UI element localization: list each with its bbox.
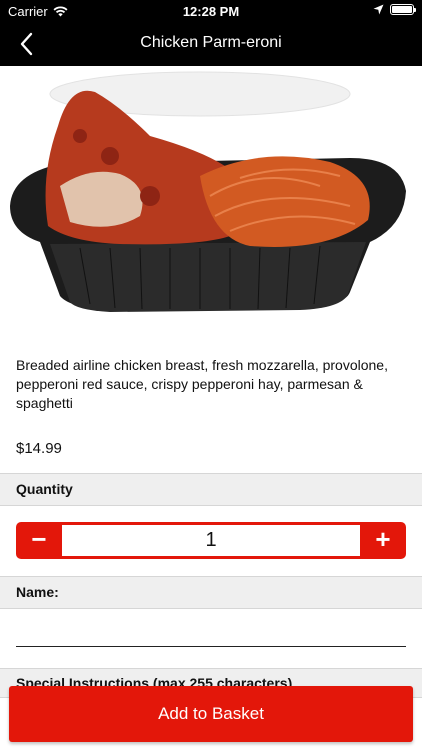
name-field-underline (16, 646, 406, 647)
status-bar: Carrier 12:28 PM (0, 0, 422, 22)
quantity-value[interactable]: 1 (62, 525, 360, 556)
item-description: Breaded airline chicken breast, fresh mo… (16, 357, 388, 411)
increase-quantity-button[interactable]: + (360, 522, 406, 559)
decrease-quantity-button[interactable]: − (16, 522, 62, 559)
quantity-stepper: − 1 + (16, 522, 406, 559)
name-section-header: Name: (0, 576, 422, 609)
item-price: $14.99 (16, 440, 62, 457)
clock: 12:28 PM (182, 4, 240, 19)
location-arrow-icon (373, 4, 384, 15)
battery-icon (390, 4, 416, 15)
navigation-bar: Chicken Parm-eroni (0, 22, 422, 66)
quantity-section-header: Quantity (0, 473, 422, 506)
item-photo (0, 66, 422, 324)
add-to-basket-button[interactable]: Add to Basket (9, 686, 413, 742)
page-title: Chicken Parm-eroni (140, 34, 282, 51)
name-field[interactable] (16, 620, 406, 646)
